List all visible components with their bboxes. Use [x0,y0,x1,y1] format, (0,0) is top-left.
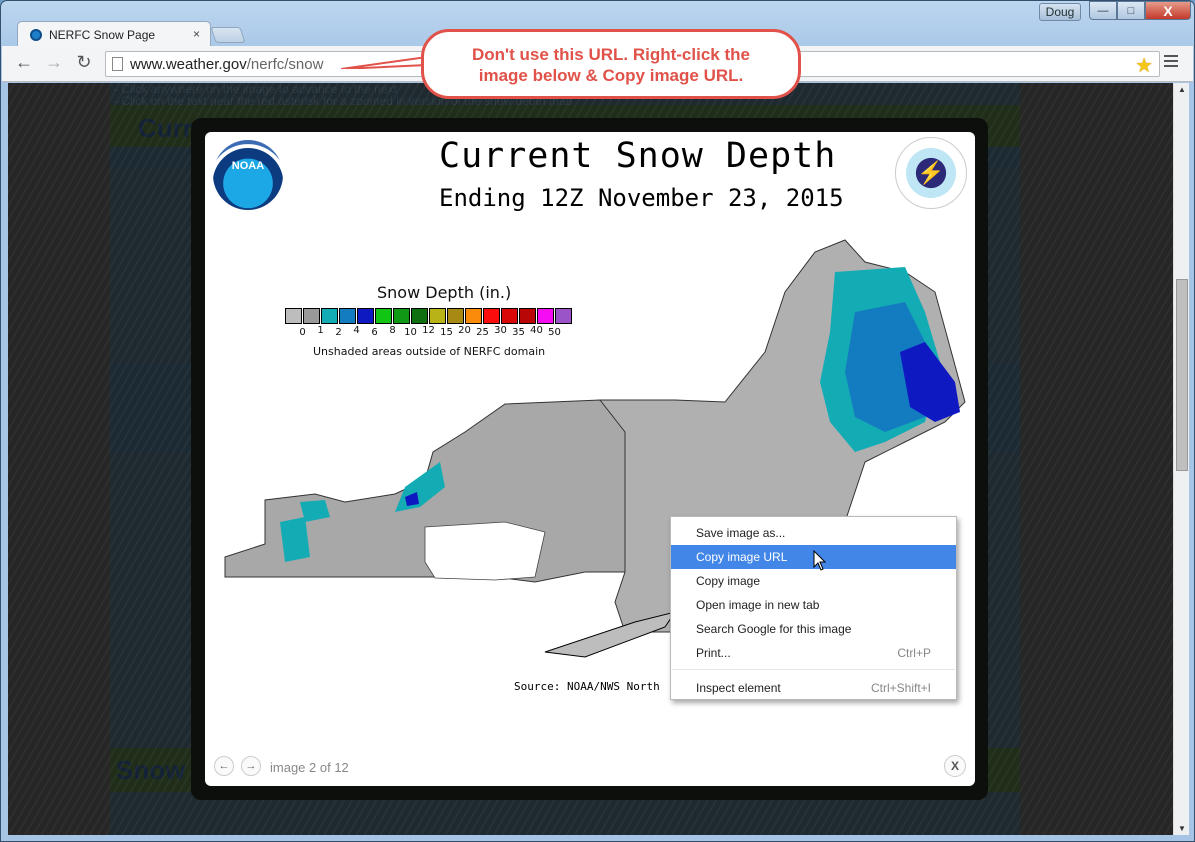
legend-label: 1 [317,325,324,336]
legend-swatch [501,308,518,324]
legend-label: 10 [404,327,417,338]
menu-item-open-in-new-tab[interactable]: Open image in new tab [671,593,956,617]
mouse-cursor-icon [813,550,827,571]
legend-swatch [375,308,392,324]
reload-button[interactable]: ↻ [72,52,96,73]
noaa-favicon-icon [30,28,42,41]
arrow-left-icon: ← [218,760,230,772]
context-menu: Save image as... Copy image URL Copy ima… [670,516,957,700]
nws-logo-icon: ⚡ [895,137,967,209]
scrollbar-thumb[interactable] [1176,279,1188,471]
scroll-up-icon[interactable]: ▲ [1178,85,1186,94]
map-region-long-island [544,611,677,658]
source-text: Source: NOAA/NWS North [514,680,660,693]
legend-swatch [555,308,572,324]
legend-swatch [519,308,536,324]
legend-label: 20 [458,325,471,336]
url-text[interactable]: www.weather.gov/nerfc/snow [130,56,323,73]
arrow-right-icon: → [245,760,257,772]
legend-swatch [537,308,554,324]
shortcut-label: Ctrl+P [897,646,931,660]
legend-label: 12 [422,325,435,336]
browser-window: Doug — □ X NERFC Snow Page × ← → ↻ www.w… [0,0,1195,842]
maximize-button[interactable]: □ [1117,1,1145,20]
map-region-unshaded [424,521,546,581]
bookmark-star-icon[interactable]: ★ [1135,53,1153,78]
vertical-scrollbar[interactable]: ▲ ▼ [1173,83,1189,835]
menu-separator [672,669,955,670]
map-snow-1-2in-ny [280,517,310,562]
noaa-logo-icon: NOAA [213,140,283,210]
scroll-down-icon[interactable]: ▼ [1178,824,1186,833]
legend-swatch [339,308,356,324]
annotation-callout: Don't use this URL. Right-click the imag… [421,29,801,99]
legend-label: 50 [548,327,561,338]
window-controls: — □ X [1089,1,1191,20]
tab-close-icon[interactable]: × [193,27,200,41]
legend-swatch [303,308,320,324]
shortcut-label: Ctrl+Shift+I [870,681,931,695]
menu-item-inspect-element[interactable]: Inspect element Ctrl+Shift+I [671,676,956,700]
minimize-button[interactable]: — [1089,1,1117,20]
legend-swatch [357,308,374,324]
chrome-menu-icon[interactable] [1164,55,1178,70]
legend-color-bar [285,308,573,324]
legend-label: 8 [389,325,396,336]
legend-label: 25 [476,327,489,338]
legend-swatch [465,308,482,324]
legend-swatch [483,308,500,324]
new-tab-button[interactable] [210,27,246,43]
legend-label: 0 [299,327,306,338]
map-subtitle: Ending 12Z November 23, 2015 [439,184,844,212]
menu-item-copy-image[interactable]: Copy image [671,569,956,593]
image-counter: image 2 of 12 [270,760,349,775]
close-window-button[interactable]: X [1145,1,1191,20]
minimize-icon: — [1097,4,1109,17]
back-button[interactable]: ← [12,52,36,73]
next-image-button[interactable]: → [241,756,261,776]
maximize-icon: □ [1127,4,1135,17]
legend-note: Unshaded areas outside of NERFC domain [313,345,546,358]
legend-label: 40 [530,325,543,336]
legend-label: 4 [353,325,360,336]
page-icon [112,57,123,71]
legend-swatch [447,308,464,324]
tab-title: NERFC Snow Page [49,27,156,42]
close-icon: X [950,759,959,773]
menu-item-save-image[interactable]: Save image as... [671,521,956,545]
forward-button[interactable]: → [42,52,66,73]
previous-image-button[interactable]: ← [214,756,234,776]
url-path: /nerfc/snow [246,56,324,73]
tab-nerfc-snow[interactable]: NERFC Snow Page × [17,21,211,47]
legend-labels: 0 1 2 4 6 8 10 12 15 20 25 30 35 40 50 [285,325,575,339]
callout-line-1: Don't use this URL. Right-click the [472,45,750,64]
close-icon: X [1163,2,1173,19]
url-host: www.weather.gov [130,56,247,73]
map-title: Current Snow Depth [439,136,837,176]
legend-swatch [411,308,428,324]
legend-swatch [393,308,410,324]
legend-swatch [321,308,338,324]
callout-pointer [341,57,427,69]
legend-label: 15 [440,327,453,338]
legend-label: 30 [494,325,507,336]
callout-line-2: image below & Copy image URL. [478,66,744,85]
profile-button[interactable]: Doug [1039,3,1081,21]
legend-swatch [285,308,302,324]
menu-item-print[interactable]: Print... Ctrl+P [671,641,956,665]
menu-item-search-google[interactable]: Search Google for this image [671,617,956,641]
lightbox-close-button[interactable]: X [944,755,966,777]
legend-label: 35 [512,327,525,338]
legend-label: 6 [371,327,378,338]
legend-swatch [429,308,446,324]
legend-title: Snow Depth (in.) [377,283,512,302]
legend-label: 2 [335,327,342,338]
